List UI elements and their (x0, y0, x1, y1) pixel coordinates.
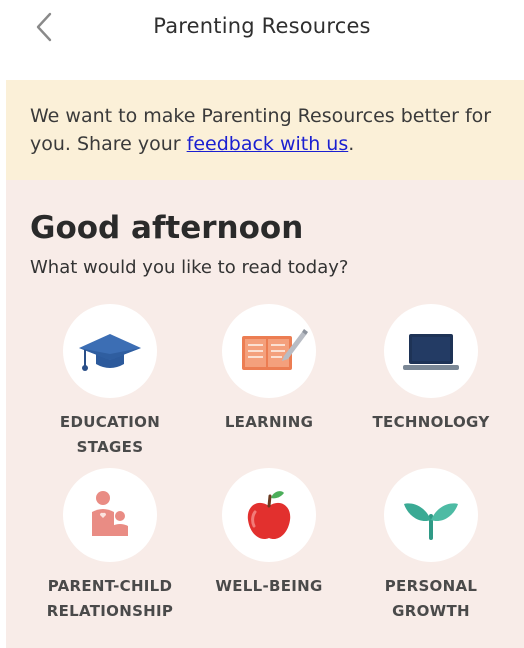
page-title: Parenting Resources (153, 14, 371, 38)
category-label: PERSONAL GROWTH (384, 577, 478, 620)
category-icon-circle (222, 468, 316, 562)
category-label: LEARNING (224, 413, 314, 431)
category-well-being[interactable]: WELL-BEING (194, 468, 344, 599)
category-technology[interactable]: TECHNOLOGY (356, 304, 506, 435)
category-education-stages[interactable]: EDUCATION STAGES (35, 304, 185, 460)
main-content: Good afternoon What would you like to re… (6, 180, 524, 648)
banner-text-after: . (348, 133, 355, 155)
category-parent-child-relationship[interactable]: PARENT-CHILD RELATIONSHIP (35, 468, 185, 624)
sprout-icon (404, 503, 458, 540)
graduation-cap-icon (79, 334, 141, 371)
app-header: Parenting Resources (0, 0, 524, 56)
category-icon-circle (222, 304, 316, 398)
reading-prompt: What would you like to read today? (30, 257, 349, 278)
feedback-banner: We want to make Parenting Resources bett… (6, 80, 524, 180)
laptop-icon (403, 334, 459, 370)
category-learning[interactable]: LEARNING (194, 304, 344, 435)
feedback-link[interactable]: feedback with us (187, 133, 349, 155)
apple-icon (247, 491, 291, 540)
book-icon (242, 329, 308, 370)
category-icon-circle (384, 304, 478, 398)
banner-message: We want to make Parenting Resources bett… (30, 102, 500, 158)
category-label: TECHNOLOGY (372, 413, 490, 431)
greeting-heading: Good afternoon (30, 210, 304, 246)
category-label: EDUCATION STAGES (59, 413, 161, 456)
category-icon-circle (63, 304, 157, 398)
category-icon-circle (63, 468, 157, 562)
category-personal-growth[interactable]: PERSONAL GROWTH (356, 468, 506, 624)
parent-child-icon (92, 491, 128, 536)
category-label: WELL-BEING (215, 577, 323, 595)
category-label: PARENT-CHILD RELATIONSHIP (46, 577, 174, 620)
category-icon-circle (384, 468, 478, 562)
